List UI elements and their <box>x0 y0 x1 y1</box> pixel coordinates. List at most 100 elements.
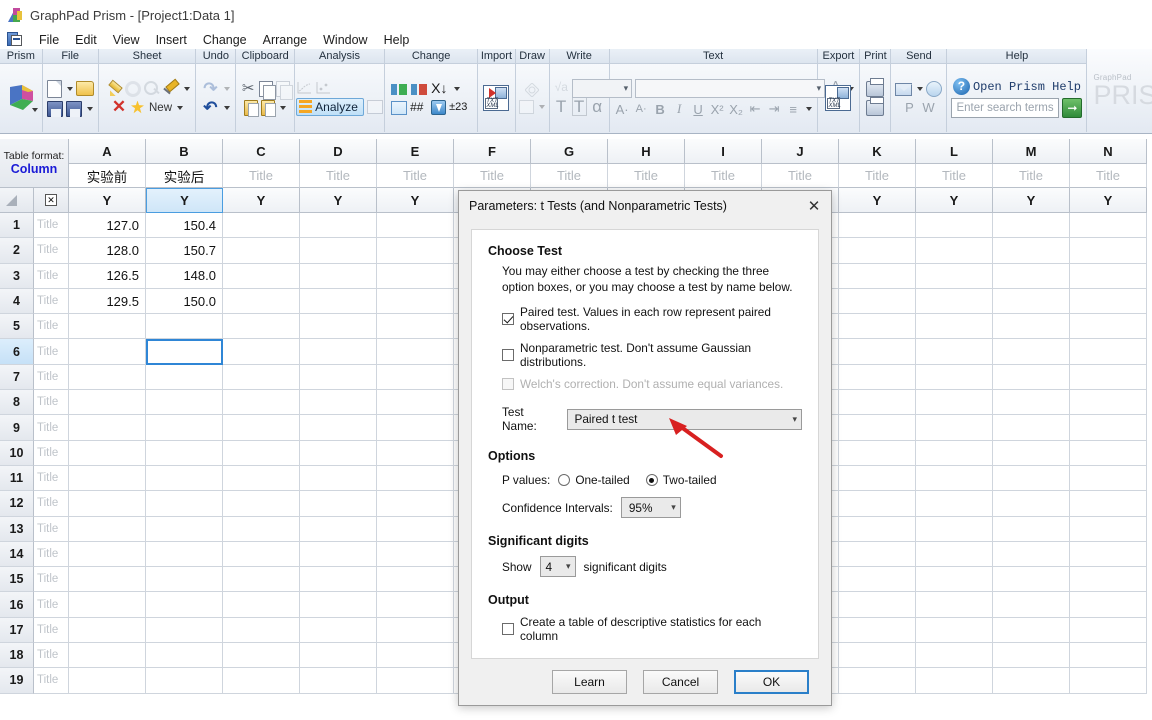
row-title-cell[interactable]: Title <box>34 491 69 517</box>
cell-E15[interactable] <box>377 567 454 593</box>
column-title-d[interactable]: Title <box>300 164 377 188</box>
cell-K12[interactable] <box>839 491 916 517</box>
cell-A14[interactable] <box>69 541 146 568</box>
row-title-cell[interactable]: Title <box>34 516 69 542</box>
save-as-icon[interactable] <box>66 100 83 117</box>
underline-icon[interactable]: U <box>690 102 706 117</box>
cell-C5[interactable] <box>223 314 300 340</box>
nonparametric-test-checkbox[interactable] <box>502 349 514 361</box>
column-title-h[interactable]: Title <box>608 164 685 188</box>
cell-L17[interactable] <box>916 617 993 644</box>
search-input[interactable]: Enter search terms <box>951 98 1060 118</box>
column-header-h[interactable]: H <box>608 139 685 164</box>
menu-item-edit[interactable]: Edit <box>67 32 105 48</box>
cell-K10[interactable] <box>839 440 916 466</box>
undo-icon[interactable]: ↶ <box>202 99 219 116</box>
new-file-icon[interactable] <box>46 79 62 98</box>
column-title-a[interactable]: 实验前 <box>69 164 146 188</box>
column-header-a[interactable]: A <box>69 139 146 164</box>
cell-L7[interactable] <box>916 364 993 391</box>
row-number-8[interactable]: 8 <box>0 390 34 416</box>
two-tailed-radio[interactable] <box>645 474 658 486</box>
cell-E13[interactable] <box>377 516 454 542</box>
menu-item-window[interactable]: Window <box>315 32 375 48</box>
column-subheader-c[interactable]: Y <box>223 188 300 213</box>
cell-M9[interactable] <box>993 415 1070 441</box>
nonparametric-test-checkbox-row[interactable]: Nonparametric test. Don't assume Gaussia… <box>502 341 802 369</box>
table-format-selector[interactable]: Table format: Column <box>0 139 69 188</box>
cell-B9[interactable] <box>146 415 223 441</box>
cell-L3[interactable] <box>916 263 993 289</box>
cell-C11[interactable] <box>223 465 300 492</box>
column-header-i[interactable]: I <box>685 139 762 164</box>
search-go-icon[interactable]: ➞ <box>1062 98 1083 118</box>
column-title-k[interactable]: Title <box>839 164 916 188</box>
column-title-f[interactable]: Title <box>454 164 531 188</box>
column-header-g[interactable]: G <box>531 139 608 164</box>
delete-x-icon[interactable]: ✕ <box>111 98 127 116</box>
cell-E9[interactable] <box>377 415 454 441</box>
cell-C19[interactable] <box>223 668 300 694</box>
cell-A19[interactable] <box>69 668 146 694</box>
cell-B13[interactable] <box>146 516 223 542</box>
cell-C13[interactable] <box>223 516 300 542</box>
print-preview-icon[interactable] <box>866 96 885 116</box>
cell-C18[interactable] <box>223 643 300 669</box>
pencil-icon[interactable] <box>105 81 122 97</box>
cell-D19[interactable] <box>300 668 377 694</box>
cell-B11[interactable] <box>146 465 223 492</box>
select-all-corner[interactable] <box>0 188 34 213</box>
cell-D2[interactable] <box>300 238 377 264</box>
cell-C8[interactable] <box>223 390 300 416</box>
cell-A9[interactable] <box>69 415 146 441</box>
cell-L2[interactable] <box>916 238 993 264</box>
paired-test-checkbox-row[interactable]: Paired test. Values in each row represen… <box>502 305 802 333</box>
cell-K17[interactable] <box>839 617 916 644</box>
cell-B2[interactable]: 150.7 <box>146 238 223 264</box>
cell-M11[interactable] <box>993 465 1070 492</box>
cell-L10[interactable] <box>916 440 993 466</box>
cell-M2[interactable] <box>993 238 1070 264</box>
cell-C17[interactable] <box>223 617 300 644</box>
cell-K18[interactable] <box>839 643 916 669</box>
cell-N15[interactable] <box>1070 567 1147 593</box>
align-icon[interactable]: ≡ <box>785 102 801 117</box>
cell-B19[interactable] <box>146 668 223 694</box>
row-number-12[interactable]: 12 <box>0 491 34 517</box>
cell-L16[interactable] <box>916 592 993 618</box>
row-number-17[interactable]: 17 <box>0 617 34 644</box>
column-subheader-d[interactable]: Y <box>300 188 377 213</box>
test-name-dropdown[interactable]: Paired t test ▾ <box>566 408 802 430</box>
cell-B14[interactable] <box>146 541 223 568</box>
cell-K16[interactable] <box>839 592 916 618</box>
column-header-e[interactable]: E <box>377 139 454 164</box>
cell-K5[interactable] <box>839 314 916 340</box>
row-title-cell[interactable]: Title <box>34 567 69 593</box>
menu-item-file[interactable]: File <box>31 32 67 48</box>
cell-A7[interactable] <box>69 364 146 391</box>
cell-N10[interactable] <box>1070 440 1147 466</box>
row-title-cell[interactable]: Title <box>34 314 69 340</box>
font-name-combo[interactable]: ▾ <box>635 79 826 98</box>
cell-N11[interactable] <box>1070 465 1147 492</box>
column-header-j[interactable]: J <box>762 139 839 164</box>
column-header-k[interactable]: K <box>839 139 916 164</box>
column-title-n[interactable]: Title <box>1070 164 1147 188</box>
cell-M10[interactable] <box>993 440 1070 466</box>
cell-E6[interactable] <box>377 339 454 365</box>
row-number-13[interactable]: 13 <box>0 516 34 542</box>
row-number-10[interactable]: 10 <box>0 440 34 466</box>
column-title-g[interactable]: Title <box>531 164 608 188</box>
cell-C1[interactable] <box>223 213 300 239</box>
cell-C14[interactable] <box>223 541 300 568</box>
row-number-2[interactable]: 2 <box>0 238 34 264</box>
cell-M13[interactable] <box>993 516 1070 542</box>
cell-E10[interactable] <box>377 440 454 466</box>
cell-M6[interactable] <box>993 339 1070 365</box>
cell-N14[interactable] <box>1070 541 1147 568</box>
cell-K4[interactable] <box>839 288 916 315</box>
open-folder-icon[interactable] <box>75 81 94 96</box>
cell-B8[interactable] <box>146 390 223 416</box>
cell-L14[interactable] <box>916 541 993 568</box>
cell-K7[interactable] <box>839 364 916 391</box>
